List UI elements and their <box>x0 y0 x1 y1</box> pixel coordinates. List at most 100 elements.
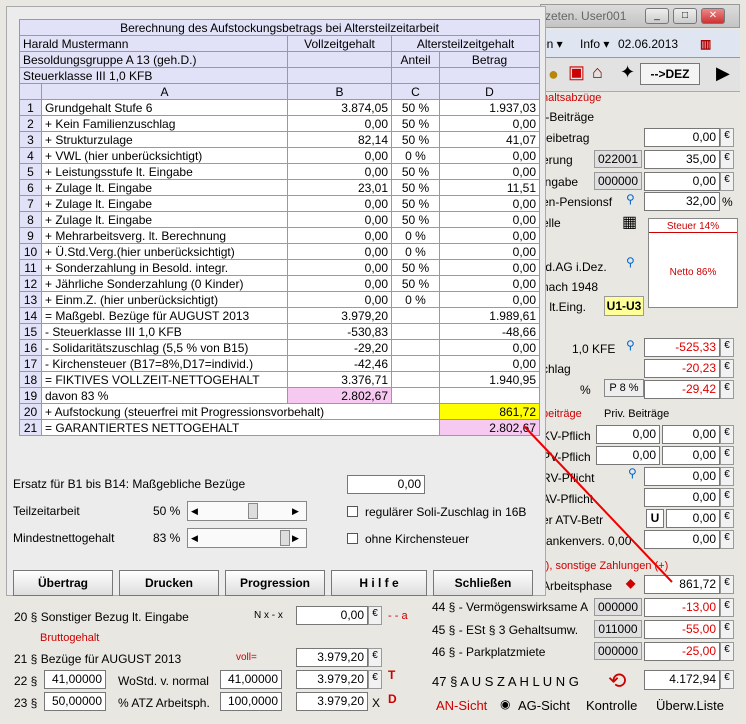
label-atz: % ATZ Arbeitsph. <box>118 696 210 710</box>
wostd-input[interactable]: 41,00000 <box>44 670 106 689</box>
search-icon[interactable]: ⚲ <box>626 255 635 269</box>
pv-input[interactable]: 0,00 <box>662 446 720 465</box>
soli-checkbox[interactable] <box>347 506 358 517</box>
euro-icon: € <box>720 128 734 147</box>
bank-icon[interactable]: ⌂ <box>592 62 603 83</box>
eingabe-input[interactable]: 0,00 <box>644 172 720 191</box>
pv-priv-input[interactable]: 0,00 <box>596 446 660 465</box>
tax-icon[interactable]: T <box>388 668 395 682</box>
label-auszahlung: 47 § A U S Z A H L U N G <box>432 674 579 689</box>
soli-value[interactable]: -20,23 <box>644 359 720 378</box>
u1u3-button[interactable]: U1-U3 <box>604 296 644 316</box>
play-icon[interactable]: ▶ <box>716 63 730 84</box>
slider-thumb[interactable] <box>248 503 258 519</box>
hilfe-button[interactable]: H i l f e <box>331 570 427 596</box>
an-sicht-tab[interactable]: AN-Sicht <box>436 698 487 713</box>
sonstiger-bezug-input[interactable]: 0,00 <box>296 606 368 625</box>
steuer-value[interactable]: -525,33 <box>644 338 720 357</box>
pensionsf-input[interactable]: 32,00 <box>644 192 720 211</box>
euro-icon: € <box>720 446 734 465</box>
ersatz-input[interactable]: 0,00 <box>347 475 425 494</box>
aufstockung-value[interactable]: 861,72 <box>644 575 720 594</box>
menu-info[interactable]: Info ▾ <box>580 37 609 51</box>
x-label: X <box>372 696 381 710</box>
atz-input[interactable]: 50,00000 <box>44 692 106 711</box>
row-value-b: 82,14 <box>287 131 392 148</box>
row-number: 14 <box>19 307 42 324</box>
atz-value[interactable]: 3.979,20 <box>296 692 368 711</box>
row-value-b: 0,00 <box>287 291 392 308</box>
kirche-value[interactable]: -29,42 <box>644 380 720 399</box>
code-field[interactable]: 000000 <box>594 172 642 190</box>
coin-icon[interactable]: ● <box>548 64 559 85</box>
vwl-value[interactable]: -13,00 <box>644 598 720 617</box>
row-value-b: 23,01 <box>287 179 392 196</box>
uebertrag-button[interactable]: Übertrag <box>13 570 113 596</box>
nettogehalt-result: 2.802,67 <box>438 419 541 436</box>
row-value-c: 50 % <box>391 99 440 116</box>
rv-input[interactable]: 0,00 <box>644 467 720 486</box>
schliessen-button[interactable]: Schließen <box>433 570 533 596</box>
atv-input[interactable]: 0,00 <box>666 509 720 528</box>
atz-max-input[interactable]: 100,0000 <box>220 692 282 711</box>
kontrolle-button[interactable]: Kontrolle <box>586 698 637 713</box>
ag-sicht-tab[interactable]: AG-Sicht <box>518 698 570 713</box>
label-vwl: 44 § - Vermögenswirksame A <box>432 600 589 614</box>
steuerklasse: Steuerklasse III 1,0 KFB <box>19 67 288 84</box>
radio-icon[interactable]: ◉ <box>500 697 510 711</box>
row-value-b: 0,00 <box>287 275 392 292</box>
code-field[interactable]: 011000 <box>594 620 642 638</box>
teilzeit-slider[interactable]: ◀ ▶ <box>187 501 307 521</box>
progression-button[interactable]: Progression <box>225 570 325 596</box>
av-input[interactable]: 0,00 <box>644 488 720 507</box>
code-field[interactable]: 022001 <box>594 150 642 168</box>
wostd-value[interactable]: 3.979,20 <box>296 670 368 689</box>
refresh-icon[interactable]: ⟲ <box>608 668 626 694</box>
row-value-c: 50 % <box>391 179 440 196</box>
label-bezuege: 21 § Bezüge für AUGUST 2013 <box>14 652 182 666</box>
dez-button[interactable]: -->DEZ <box>640 63 700 85</box>
euro-icon: € <box>720 598 734 617</box>
label-gehaltsumw: 45 § - ESt § 3 Gehaltsumw. <box>432 623 579 637</box>
p8-button[interactable]: P 8 % <box>604 379 644 397</box>
krankenvers-input[interactable]: 0,00 <box>644 530 720 549</box>
row-value-d: 0,00 <box>438 339 541 356</box>
search-icon[interactable]: ⚲ <box>626 192 635 206</box>
book-icon[interactable]: ▥ <box>700 37 711 51</box>
table-icon[interactable]: ▦ <box>622 212 637 232</box>
document-icon[interactable]: ▣ <box>568 62 585 83</box>
wostd-normal-input[interactable]: 41,00000 <box>220 670 282 689</box>
flag-icon[interactable]: ◆ <box>626 576 635 590</box>
ueberweisungsliste-button[interactable]: Überw.Liste <box>656 698 724 713</box>
gehaltsumw-value[interactable]: -55,00 <box>644 620 720 639</box>
aufstockung-result: 861,72 <box>438 403 541 420</box>
erung-input[interactable]: 35,00 <box>644 150 720 169</box>
search-icon[interactable]: ⚲ <box>628 466 637 480</box>
search-icon[interactable]: ⚲ <box>626 338 635 352</box>
mindest-slider[interactable]: ◀ ▶ <box>187 528 307 548</box>
bezuege-value[interactable]: 3.979,20 <box>296 648 368 667</box>
freibetrag-input[interactable]: 0,00 <box>644 128 720 147</box>
minimize-button[interactable]: _ <box>645 8 669 24</box>
d-icon[interactable]: D <box>388 692 397 706</box>
slider-thumb[interactable] <box>280 530 290 546</box>
row-label: davon 83 % <box>41 387 288 404</box>
code-field[interactable]: 000000 <box>594 642 642 660</box>
label-kv-pflicht: KV-Pflich <box>542 429 591 443</box>
section-title-abzuege: haltsabzüge <box>542 92 602 104</box>
row-value-b: 0,00 <box>287 195 392 212</box>
parkplatz-value[interactable]: -25,00 <box>644 642 720 661</box>
kv-input[interactable]: 0,00 <box>662 425 720 444</box>
label-zuschlag: chlag <box>542 362 571 376</box>
auszahlung-value[interactable]: 4.172,94 <box>644 670 720 690</box>
maximize-button[interactable]: □ <box>673 8 697 24</box>
row-value-c: 50 % <box>391 259 440 276</box>
close-button[interactable]: ✕ <box>701 8 725 24</box>
kv-priv-input[interactable]: 0,00 <box>596 425 660 444</box>
u-toggle[interactable]: U <box>646 509 664 528</box>
kirchensteuer-checkbox[interactable] <box>347 533 358 544</box>
euro-icon: € <box>720 150 734 169</box>
eagle-icon[interactable]: ✦ <box>620 62 635 83</box>
code-field[interactable]: 000000 <box>594 598 642 616</box>
drucken-button[interactable]: Drucken <box>119 570 219 596</box>
